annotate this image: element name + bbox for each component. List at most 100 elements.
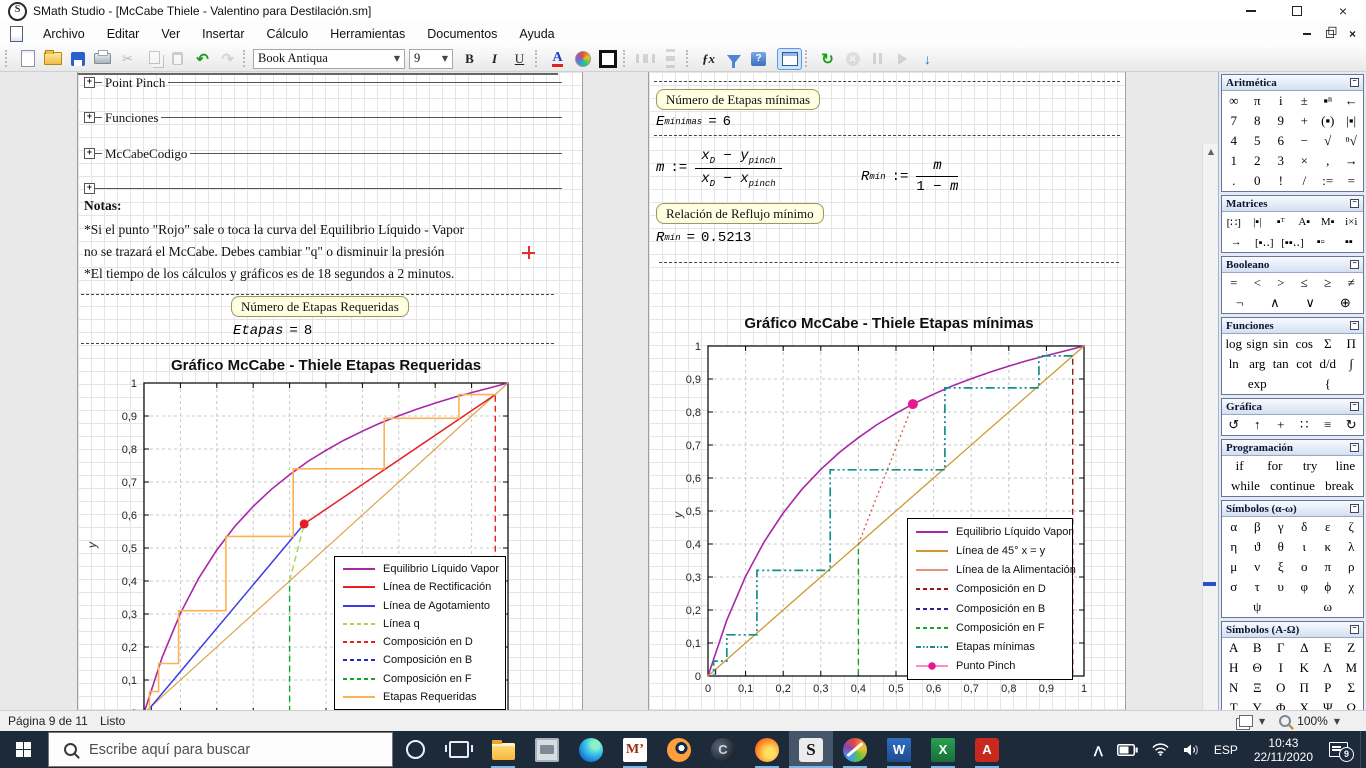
chevron-down-icon[interactable]: ▼ (1259, 717, 1265, 726)
palette-item[interactable]: 6 (1269, 133, 1293, 149)
palette-item[interactable]: ξ (1269, 559, 1293, 575)
palette-item[interactable]: ⁿ√ (1340, 133, 1364, 149)
menu-cálculo[interactable]: Cálculo (256, 22, 320, 46)
palette-item[interactable]: 3 (1269, 153, 1293, 169)
taskbar-app-edge[interactable] (569, 731, 613, 768)
align-horizontal-button[interactable] (633, 48, 658, 70)
language-indicator[interactable]: ESP (1207, 731, 1245, 768)
palette-item[interactable]: Σ (1316, 336, 1340, 352)
palette-item[interactable]: > (1269, 275, 1293, 291)
palette-item[interactable]: M▪ (1316, 216, 1340, 228)
palette-item[interactable]: ← (1340, 93, 1364, 109)
palette-item[interactable]: ▪ᵀ (1269, 216, 1293, 228)
paste-button[interactable] (165, 48, 190, 70)
slope-formula[interactable]: m := xD − ypinch xD − xpinch (656, 148, 784, 189)
palette-item[interactable]: Γ (1269, 640, 1293, 656)
collapse-icon[interactable] (1350, 504, 1359, 513)
hidden-icons-chevron[interactable]: ᐱ (1087, 733, 1110, 768)
palette-item[interactable]: Α (1222, 640, 1246, 656)
palette-item[interactable]: ψ (1222, 599, 1293, 615)
palette-item[interactable]: exp (1222, 376, 1293, 392)
palette-item[interactable]: tan (1269, 356, 1293, 372)
palette-item[interactable]: ≠ (1340, 275, 1364, 291)
background-color-button[interactable] (570, 48, 595, 70)
play-button[interactable] (890, 48, 915, 70)
min-stages-label-box[interactable]: Número de Etapas mínimas (656, 89, 821, 110)
collapse-icon[interactable] (1350, 199, 1359, 208)
font-family-combobox[interactable]: Book Antiqua ▼ (253, 48, 405, 69)
palette-item[interactable]: arg (1246, 356, 1270, 372)
palette-item[interactable]: Σ (1340, 680, 1364, 696)
palette-item[interactable]: → (1340, 153, 1364, 169)
palette-item[interactable]: √ (1316, 133, 1340, 149)
chevron-down-icon[interactable]: ▼ (1334, 717, 1340, 726)
palette-item[interactable]: break (1316, 478, 1363, 494)
start-button[interactable] (0, 731, 48, 768)
collapsed-section-point-pinch[interactable]: Point Pinch (84, 75, 562, 90)
task-view-button[interactable] (437, 731, 481, 768)
menu-ayuda[interactable]: Ayuda (508, 22, 565, 46)
taskbar-app-krita[interactable] (833, 731, 877, 768)
palette-item[interactable]: [∷] (1222, 216, 1246, 229)
collapsed-section-empty[interactable] (84, 182, 562, 195)
palette-item[interactable]: ϑ (1246, 539, 1270, 555)
new-button[interactable] (15, 48, 40, 70)
palette-item[interactable]: π (1246, 93, 1270, 109)
palette-item[interactable]: θ (1269, 539, 1293, 555)
palette-item[interactable]: τ (1246, 579, 1270, 595)
rmin-result[interactable]: Rmín = 0.5213 (656, 230, 751, 246)
panel-header[interactable]: Aritmética (1222, 75, 1363, 91)
reference-button[interactable]: ? (746, 48, 771, 70)
palette-item[interactable]: φ (1293, 579, 1317, 595)
palette-item[interactable]: 8 (1246, 113, 1270, 129)
palette-item[interactable]: Χ (1293, 700, 1317, 710)
palette-item[interactable]: κ (1316, 539, 1340, 555)
palette-item[interactable]: cot (1293, 356, 1317, 372)
print-button[interactable] (90, 48, 115, 70)
palette-item[interactable]: Π (1340, 336, 1364, 352)
palette-item[interactable]: ⊕ (1328, 295, 1363, 311)
palette-item[interactable]: Μ (1340, 660, 1364, 676)
palette-item[interactable]: δ (1293, 519, 1317, 535)
palette-item[interactable]: ! (1269, 173, 1293, 189)
wifi-icon[interactable] (1145, 731, 1176, 768)
stage-label-box[interactable]: Número de Etapas Requeridas (231, 296, 409, 317)
vertical-scrollbar[interactable]: ▲ ▼ (1202, 144, 1218, 710)
palette-item[interactable]: Τ (1222, 700, 1246, 710)
taskbar-app-photos[interactable] (525, 731, 569, 768)
palette-item[interactable]: ε (1316, 519, 1340, 535)
palette-item[interactable]: Ι (1269, 660, 1293, 676)
palette-item[interactable]: ν (1246, 559, 1270, 575)
open-button[interactable] (40, 48, 65, 70)
palette-item[interactable]: + (1293, 113, 1317, 129)
palette-item[interactable]: { (1293, 376, 1364, 392)
palette-item[interactable]: = (1340, 173, 1364, 189)
clock[interactable]: 10:43 22/11/2020 (1245, 736, 1322, 764)
reflux-label-box[interactable]: Relación de Reflujo mínimo (656, 203, 824, 224)
palette-item[interactable]: |▪| (1340, 113, 1364, 129)
palette-item[interactable]: 9 (1269, 113, 1293, 129)
palette-item[interactable]: ο (1293, 559, 1317, 575)
palette-item[interactable]: ▪ⁿ (1316, 93, 1340, 109)
palette-item[interactable]: ± (1293, 93, 1317, 109)
palette-item[interactable]: i×i (1340, 216, 1364, 228)
italic-button[interactable]: I (482, 48, 507, 70)
worksheet-page-left[interactable]: Point PinchFuncionesMcCabeCodigo Notas: … (77, 72, 583, 710)
emin-result[interactable]: Emínimas = 6 (656, 114, 731, 130)
palette-item[interactable]: . (1222, 173, 1246, 189)
palette-item[interactable]: ¬ (1222, 295, 1257, 311)
panel-header[interactable]: Booleano (1222, 257, 1363, 273)
recalculate-button[interactable]: ↻ (815, 48, 840, 70)
panel-header[interactable]: Matrices (1222, 196, 1363, 212)
palette-item[interactable]: for (1257, 458, 1292, 474)
collapse-icon[interactable] (1350, 402, 1359, 411)
collapse-icon[interactable] (1350, 625, 1359, 634)
palette-item[interactable]: ∫ (1340, 356, 1364, 372)
collapsed-section-funciones[interactable]: Funciones (84, 110, 562, 125)
palette-item[interactable]: ↻ (1340, 417, 1364, 433)
palette-item[interactable]: σ (1222, 579, 1246, 595)
expand-icon[interactable] (84, 77, 95, 88)
palette-item[interactable]: Κ (1293, 660, 1317, 676)
palette-item[interactable]: sin (1269, 336, 1293, 352)
palette-item[interactable]: Ξ (1246, 680, 1270, 696)
